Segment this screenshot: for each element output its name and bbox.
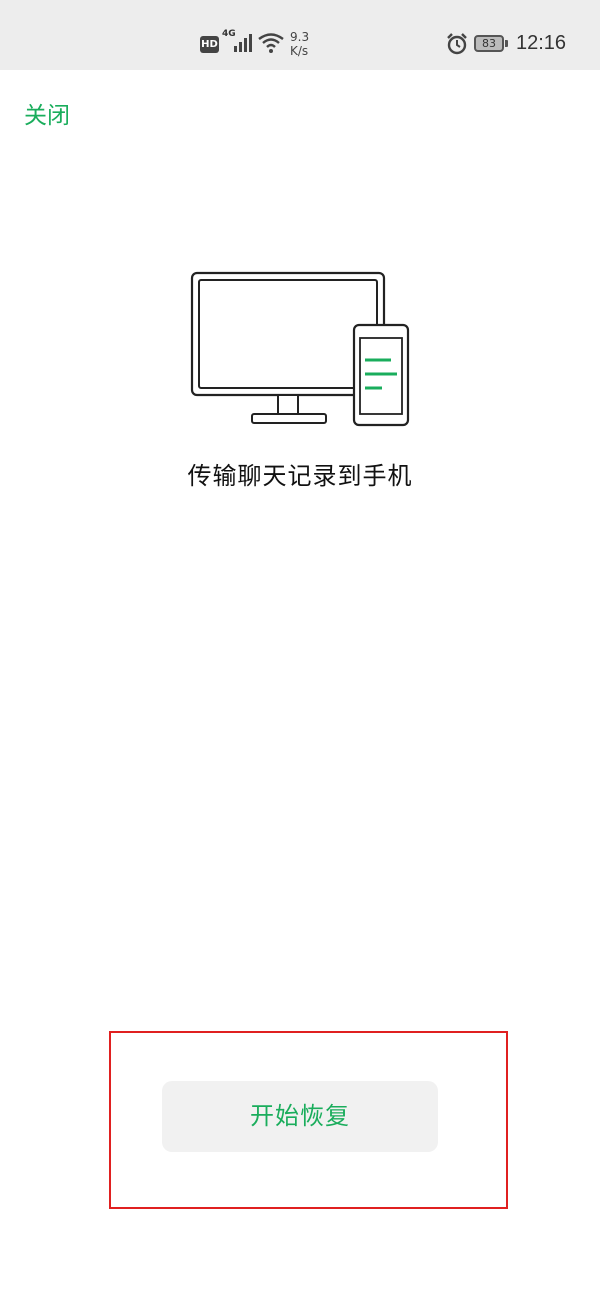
wifi-icon bbox=[258, 33, 284, 53]
signal-icon bbox=[234, 34, 252, 52]
close-button[interactable]: 关闭 bbox=[24, 96, 70, 130]
clock: 12:16 bbox=[516, 32, 567, 54]
start-restore-button[interactable]: 开始恢复 bbox=[162, 1081, 438, 1152]
network-speed: 9.3 K/s bbox=[290, 30, 316, 58]
alarm-icon bbox=[447, 33, 467, 55]
hd-icon: HD bbox=[200, 36, 219, 53]
battery-icon: 83 bbox=[474, 35, 504, 52]
desktop-to-phone-icon bbox=[190, 271, 410, 427]
speed-unit: K/s bbox=[290, 44, 309, 58]
status-bar: HD 4G 9.3 K/s 83 12:16 bbox=[0, 0, 600, 70]
page-title: 传输聊天记录到手机 bbox=[187, 462, 413, 490]
screen: HD 4G 9.3 K/s 83 12:16 关闭 传输聊天记录到手机 开始恢复 bbox=[0, 0, 600, 1300]
speed-value: 9.3 bbox=[290, 30, 310, 44]
battery-tip bbox=[505, 40, 508, 47]
